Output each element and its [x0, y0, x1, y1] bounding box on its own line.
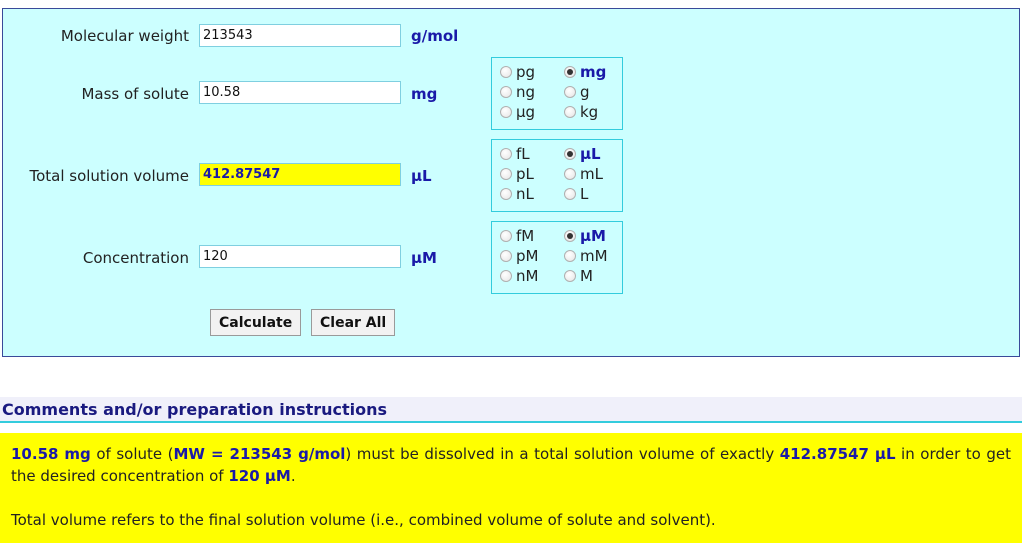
molecular-weight-input[interactable] [199, 24, 401, 47]
molecular-weight-unit: g/mol [411, 27, 459, 45]
radio-button-checked-icon [564, 148, 576, 160]
result-text: ) must be dissolved in a total solution … [345, 445, 780, 463]
volume-unit-option-nl[interactable]: nL [500, 185, 534, 203]
volume-unit-option-ul[interactable]: µL [564, 145, 601, 163]
option-label: fL [516, 145, 530, 163]
calculator-panel: Molecular weight g/mol Mass of solute mg… [2, 8, 1020, 357]
option-label: nL [516, 185, 534, 203]
option-label: nM [516, 267, 539, 285]
radio-button-icon [500, 230, 512, 242]
total-volume-label: Total solution volume [29, 167, 189, 185]
mass-of-solute-label: Mass of solute [81, 85, 189, 103]
radio-button-checked-icon [564, 66, 576, 78]
option-label: pL [516, 165, 534, 183]
option-label: ng [516, 83, 536, 101]
volume-unit-option-pl[interactable]: pL [500, 165, 534, 183]
radio-button-icon [564, 188, 576, 200]
mass-unit-selector: pg mg ng g µg kg [491, 57, 623, 130]
option-label: mM [580, 247, 608, 265]
concentration-label: Concentration [82, 249, 189, 267]
mass-unit-option-mg[interactable]: mg [564, 63, 606, 81]
option-label: µg [516, 103, 536, 121]
result-mass: 10.58 mg [11, 445, 91, 463]
radio-button-icon [500, 66, 512, 78]
concentration-unit-option-mm[interactable]: mM [564, 247, 608, 265]
radio-button-icon [564, 270, 576, 282]
radio-button-icon [500, 270, 512, 282]
mass-unit-option-ng[interactable]: ng [500, 83, 535, 101]
mass-of-solute-input[interactable] [199, 81, 401, 104]
clear-all-button[interactable]: Clear All [311, 309, 396, 336]
volume-unit-option-fl[interactable]: fL [500, 145, 530, 163]
result-molecular-weight: MW = 213543 g/mol [173, 445, 346, 463]
radio-button-icon [564, 106, 576, 118]
concentration-unit-selector: fM µM pM mM nM M [491, 221, 623, 294]
radio-button-icon [564, 250, 576, 262]
volume-unit-option-l[interactable]: L [564, 185, 588, 203]
option-label: M [580, 267, 593, 285]
total-volume-input[interactable] [199, 163, 401, 186]
radio-button-icon [500, 168, 512, 180]
result-concentration: 120 µM [228, 467, 291, 485]
concentration-unit-display: µM [411, 249, 437, 267]
concentration-unit-option-m[interactable]: M [564, 267, 593, 285]
option-label: g [580, 83, 590, 101]
radio-button-icon [500, 188, 512, 200]
mass-unit-option-kg[interactable]: kg [564, 103, 598, 121]
option-label: pM [516, 247, 539, 265]
molecular-weight-label: Molecular weight [60, 27, 189, 45]
calculate-button[interactable]: Calculate [210, 309, 302, 336]
radio-button-icon [500, 250, 512, 262]
radio-button-icon [500, 148, 512, 160]
concentration-unit-option-pm[interactable]: pM [500, 247, 538, 265]
volume-unit-display: µL [411, 167, 432, 185]
result-sentence: 10.58 mg of solute (MW = 213543 g/mol) m… [11, 443, 1011, 487]
concentration-input[interactable] [199, 245, 401, 268]
option-label: mg [580, 63, 607, 81]
radio-button-icon [500, 86, 512, 98]
radio-button-icon [500, 106, 512, 118]
result-text: of solute ( [90, 445, 174, 463]
option-label: µM [580, 227, 606, 245]
concentration-unit-option-um[interactable]: µM [564, 227, 606, 245]
concentration-unit-option-fm[interactable]: fM [500, 227, 534, 245]
radio-button-icon [564, 86, 576, 98]
mass-unit-option-pg[interactable]: pg [500, 63, 535, 81]
comments-section-title: Comments and/or preparation instructions [0, 397, 1022, 423]
option-label: kg [580, 103, 599, 121]
mass-unit-option-ug[interactable]: µg [500, 103, 535, 121]
option-label: µL [580, 145, 601, 163]
concentration-unit-option-nm[interactable]: nM [500, 267, 538, 285]
radio-button-icon [564, 168, 576, 180]
volume-unit-selector: fL µL pL mL nL L [491, 139, 623, 212]
result-volume: 412.87547 µL [779, 445, 896, 463]
volume-unit-option-ml[interactable]: mL [564, 165, 603, 183]
option-label: fM [516, 227, 535, 245]
mass-unit-option-g[interactable]: g [564, 83, 590, 101]
option-label: L [580, 185, 589, 203]
result-text: . [290, 467, 296, 485]
result-note: Total volume refers to the final solutio… [11, 511, 716, 529]
mass-unit-display: mg [411, 85, 438, 103]
option-label: pg [516, 63, 536, 81]
option-label: mL [580, 165, 603, 183]
radio-button-checked-icon [564, 230, 576, 242]
result-panel: 10.58 mg of solute (MW = 213543 g/mol) m… [0, 433, 1022, 543]
